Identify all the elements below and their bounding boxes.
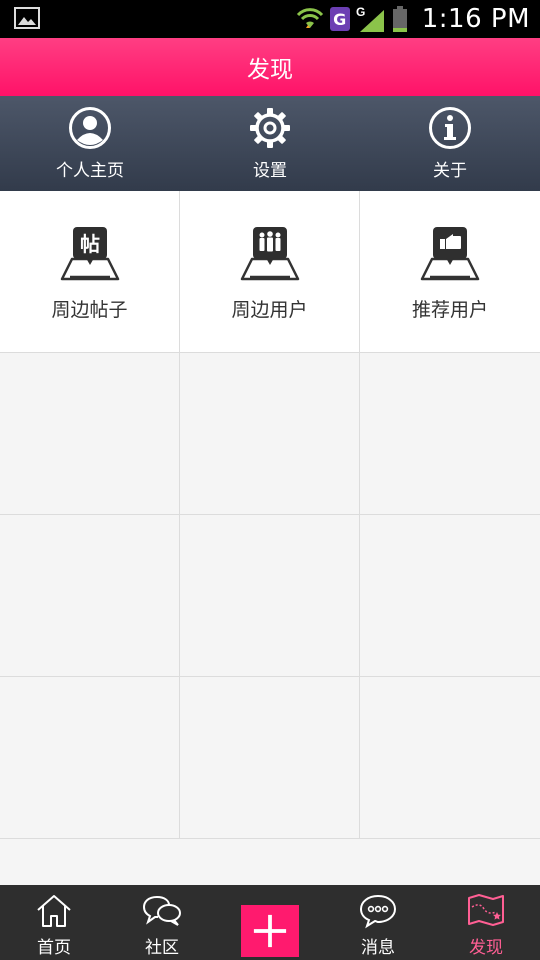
tab-home-label: 首页 xyxy=(37,938,71,958)
gear-icon xyxy=(250,108,290,148)
clock: 1:16 PM xyxy=(421,4,530,34)
empty-cell xyxy=(0,677,180,839)
nearby-users-label: 周边用户 xyxy=(231,299,308,321)
bottom-tab-bar: 首页 社区 消息 发现 xyxy=(0,885,540,960)
empty-cell xyxy=(0,353,180,515)
gallery-notification-icon xyxy=(14,7,40,29)
recommend-users-icon xyxy=(420,227,480,281)
empty-cell xyxy=(180,515,360,677)
empty-cell xyxy=(360,515,540,677)
wifi-icon xyxy=(296,8,323,28)
empty-cell xyxy=(360,353,540,515)
status-bar: G G 1:16 PM xyxy=(0,0,540,38)
feature-grid: 帖 周边帖子 周边用户 推荐用户 xyxy=(0,191,540,839)
message-icon xyxy=(359,894,397,929)
nav-settings-button[interactable]: 设置 xyxy=(180,96,360,191)
signal-icon: G xyxy=(356,5,384,32)
nav-about-button[interactable]: 关于 xyxy=(360,96,540,191)
nearby-posts-label: 周边帖子 xyxy=(51,299,128,321)
empty-cell xyxy=(0,515,180,677)
nav-profile-label: 个人主页 xyxy=(56,161,124,181)
tab-discover[interactable]: 发现 xyxy=(432,885,540,960)
tab-messages-label: 消息 xyxy=(361,938,395,958)
tab-community[interactable]: 社区 xyxy=(108,885,216,960)
recommend-users-button[interactable]: 推荐用户 xyxy=(360,191,540,353)
battery-icon xyxy=(392,6,407,32)
recommend-users-label: 推荐用户 xyxy=(411,299,488,321)
user-profile-icon xyxy=(69,107,111,149)
nav-about-label: 关于 xyxy=(433,161,467,181)
page-title: 发现 xyxy=(247,57,293,83)
home-icon xyxy=(37,895,71,927)
plus-icon xyxy=(253,914,287,948)
nearby-users-icon xyxy=(240,227,299,281)
app-root: G G 1:16 PM 发现 个人主页 设置 关于 帖 周边帖子 周边用户 推荐… xyxy=(0,0,540,960)
community-icon xyxy=(142,896,181,926)
tab-add[interactable] xyxy=(216,885,324,960)
nav-profile-button[interactable]: 个人主页 xyxy=(0,96,180,191)
tab-messages[interactable]: 消息 xyxy=(324,885,432,960)
tab-discover-label: 发现 xyxy=(469,938,503,958)
empty-cell xyxy=(360,677,540,839)
svg-text:G: G xyxy=(356,5,365,19)
top-nav: 个人主页 设置 关于 xyxy=(0,96,540,191)
nav-settings-label: 设置 xyxy=(253,161,287,181)
tab-home[interactable]: 首页 xyxy=(0,885,108,960)
empty-cell xyxy=(180,353,360,515)
discover-map-icon xyxy=(468,894,504,926)
svg-text:帖: 帖 xyxy=(80,232,100,256)
carrier-badge: G xyxy=(329,7,350,31)
add-post-button[interactable] xyxy=(241,905,299,957)
tab-community-label: 社区 xyxy=(145,938,179,958)
title-bar: 发现 xyxy=(0,38,540,96)
nearby-posts-button[interactable]: 帖 周边帖子 xyxy=(0,191,180,353)
nearby-users-button[interactable]: 周边用户 xyxy=(180,191,360,353)
nearby-posts-icon: 帖 xyxy=(60,227,119,281)
empty-cell xyxy=(180,677,360,839)
info-icon xyxy=(429,107,471,149)
